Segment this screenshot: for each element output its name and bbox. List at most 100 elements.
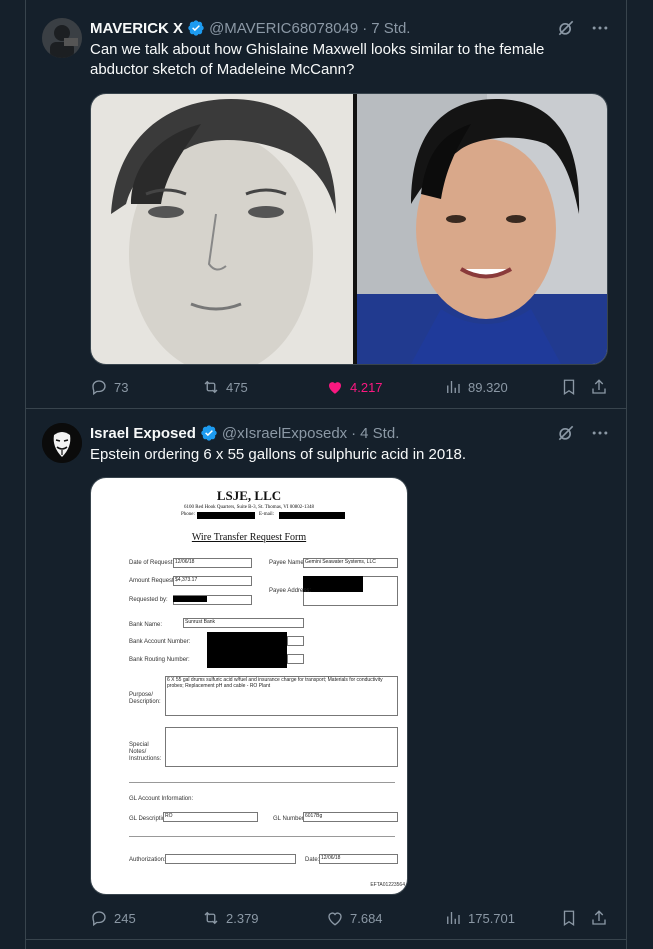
verified-badge-icon bbox=[201, 425, 217, 441]
tweet-header: Israel Exposed @xIsraelExposedx · 4 Std. bbox=[90, 423, 399, 443]
redaction bbox=[197, 512, 255, 519]
views-button[interactable]: 89.320 bbox=[444, 377, 508, 397]
timestamp[interactable]: 4 Std. bbox=[360, 425, 399, 442]
verified-badge-icon bbox=[188, 20, 204, 36]
like-count: 7.684 bbox=[350, 910, 383, 926]
grok-icon[interactable] bbox=[556, 18, 576, 38]
label-payee-name: Payee Name: bbox=[269, 560, 306, 566]
like-button[interactable]: 7.684 bbox=[326, 908, 383, 928]
author-name[interactable]: Israel Exposed bbox=[90, 425, 196, 442]
separator-dot: · bbox=[362, 19, 368, 37]
more-icon[interactable] bbox=[590, 18, 610, 38]
label-bank-name: Bank Name: bbox=[129, 622, 163, 628]
label-bank-routing: Bank Routing Number: bbox=[129, 657, 190, 663]
doc-email-label: E-mail: bbox=[259, 512, 274, 517]
tweet-actions: 73 475 4.217 89.320 bbox=[90, 377, 610, 397]
field-authorization bbox=[165, 854, 296, 864]
tweet-2[interactable]: Israel Exposed @xIsraelExposedx · 4 Std.… bbox=[26, 409, 626, 940]
bookmark-icon bbox=[563, 379, 575, 396]
repost-button[interactable]: 475 bbox=[202, 377, 248, 397]
field-amount: $4,373.17 bbox=[173, 576, 252, 586]
field-gl-number: 6017Bg bbox=[303, 812, 398, 822]
tweet-header: MAVERICK X @MAVERIC68078049 · 7 Std. bbox=[90, 18, 410, 38]
label-date-2: Date: bbox=[305, 857, 320, 863]
reply-count: 73 bbox=[114, 379, 129, 395]
author-handle[interactable]: @xIsraelExposedx bbox=[222, 425, 347, 442]
doc-company: LSJE, LLC bbox=[216, 488, 282, 503]
tweet-top-actions bbox=[556, 18, 610, 38]
label-special-notes: Special Notes/ Instructions: bbox=[129, 742, 162, 762]
bookmark-icon bbox=[563, 910, 575, 927]
views-count: 89.320 bbox=[468, 379, 508, 395]
tweet-text: Can we talk about how Ghislaine Maxwell … bbox=[90, 41, 545, 78]
author-handle[interactable]: @MAVERIC68078049 bbox=[209, 20, 358, 37]
separator-dot: · bbox=[351, 424, 357, 442]
repost-count: 475 bbox=[226, 379, 248, 395]
tweet-1[interactable]: MAVERICK X @MAVERIC68078049 · 7 Std. Can… bbox=[26, 0, 626, 409]
timeline-column: MAVERICK X @MAVERIC68078049 · 7 Std. Can… bbox=[25, 0, 627, 949]
share-button[interactable] bbox=[590, 377, 608, 397]
avatar-image bbox=[42, 18, 82, 58]
divider bbox=[129, 782, 395, 783]
reply-icon bbox=[92, 911, 106, 927]
reply-icon bbox=[92, 380, 106, 396]
tweet-top-actions bbox=[556, 423, 610, 443]
field-payee-name: Gemini Seawater Systems, LLC bbox=[303, 558, 398, 568]
field-gl-description: RO bbox=[163, 812, 258, 822]
doc-address: 6100 Red Hook Quarters, Suite B-3, St. T… bbox=[184, 505, 314, 510]
doc-id: EFTA01223564 bbox=[370, 882, 405, 888]
tweet-text: Epstein ordering 6 x 55 gallons of sulph… bbox=[90, 446, 467, 463]
label-payee-address: Payee Address: bbox=[269, 588, 312, 594]
redaction bbox=[207, 632, 287, 668]
like-button[interactable]: 4.217 bbox=[326, 377, 383, 397]
repost-icon bbox=[204, 911, 218, 925]
label-date: Date of Request: bbox=[129, 560, 175, 566]
redaction bbox=[173, 596, 207, 602]
bookmark-button[interactable] bbox=[560, 908, 578, 928]
views-icon bbox=[447, 912, 460, 924]
views-button[interactable]: 175.701 bbox=[444, 908, 515, 928]
more-icon[interactable] bbox=[590, 423, 610, 443]
wire-transfer-document: LSJE, LLC 6100 Red Hook Quarters, Suite … bbox=[91, 478, 407, 894]
field-bank-account bbox=[287, 636, 304, 646]
tweet-media[interactable]: LSJE, LLC 6100 Red Hook Quarters, Suite … bbox=[90, 477, 408, 895]
repost-icon bbox=[204, 380, 218, 394]
share-button[interactable] bbox=[590, 908, 608, 928]
redaction bbox=[279, 512, 345, 519]
label-gl-number: GL Number: bbox=[273, 816, 306, 822]
divider bbox=[129, 836, 395, 837]
repost-button[interactable]: 2.379 bbox=[202, 908, 259, 928]
grok-icon[interactable] bbox=[556, 423, 576, 443]
label-purpose: Purpose/ Description: bbox=[129, 692, 161, 705]
bookmark-button[interactable] bbox=[560, 377, 578, 397]
tweet-media[interactable] bbox=[90, 93, 608, 365]
like-count: 4.217 bbox=[350, 379, 383, 395]
avatar-image bbox=[42, 423, 82, 463]
reply-count: 245 bbox=[114, 910, 136, 926]
field-bank-name: Sunrust Bank bbox=[183, 618, 304, 628]
views-count: 175.701 bbox=[468, 910, 515, 926]
timestamp[interactable]: 7 Std. bbox=[371, 20, 410, 37]
label-requested-by: Requested by: bbox=[129, 597, 168, 603]
views-icon bbox=[447, 381, 460, 393]
avatar[interactable] bbox=[42, 423, 82, 463]
doc-form-title: Wire Transfer Request Form bbox=[191, 532, 307, 543]
comparison-photo bbox=[91, 94, 607, 364]
reply-button[interactable]: 245 bbox=[90, 908, 136, 928]
field-purpose: 6 X 55 gal drums sulfuric acid w/fuel an… bbox=[165, 676, 398, 716]
reply-button[interactable]: 73 bbox=[90, 377, 128, 397]
redaction bbox=[303, 576, 363, 592]
avatar[interactable] bbox=[42, 18, 82, 58]
like-icon bbox=[329, 382, 341, 394]
doc-phone-label: Phone: bbox=[181, 512, 195, 517]
label-bank-account: Bank Account Number: bbox=[129, 639, 191, 645]
like-icon bbox=[328, 912, 342, 926]
tweet-actions: 245 2.379 7.684 175.701 bbox=[90, 908, 610, 928]
share-icon bbox=[592, 910, 606, 925]
label-authorization: Authorization: bbox=[129, 857, 166, 863]
author-name[interactable]: MAVERICK X bbox=[90, 20, 183, 37]
field-bank-routing bbox=[287, 654, 304, 664]
repost-count: 2.379 bbox=[226, 910, 259, 926]
field-special-notes bbox=[165, 727, 398, 767]
label-gl-info: GL Account Information: bbox=[129, 796, 194, 802]
